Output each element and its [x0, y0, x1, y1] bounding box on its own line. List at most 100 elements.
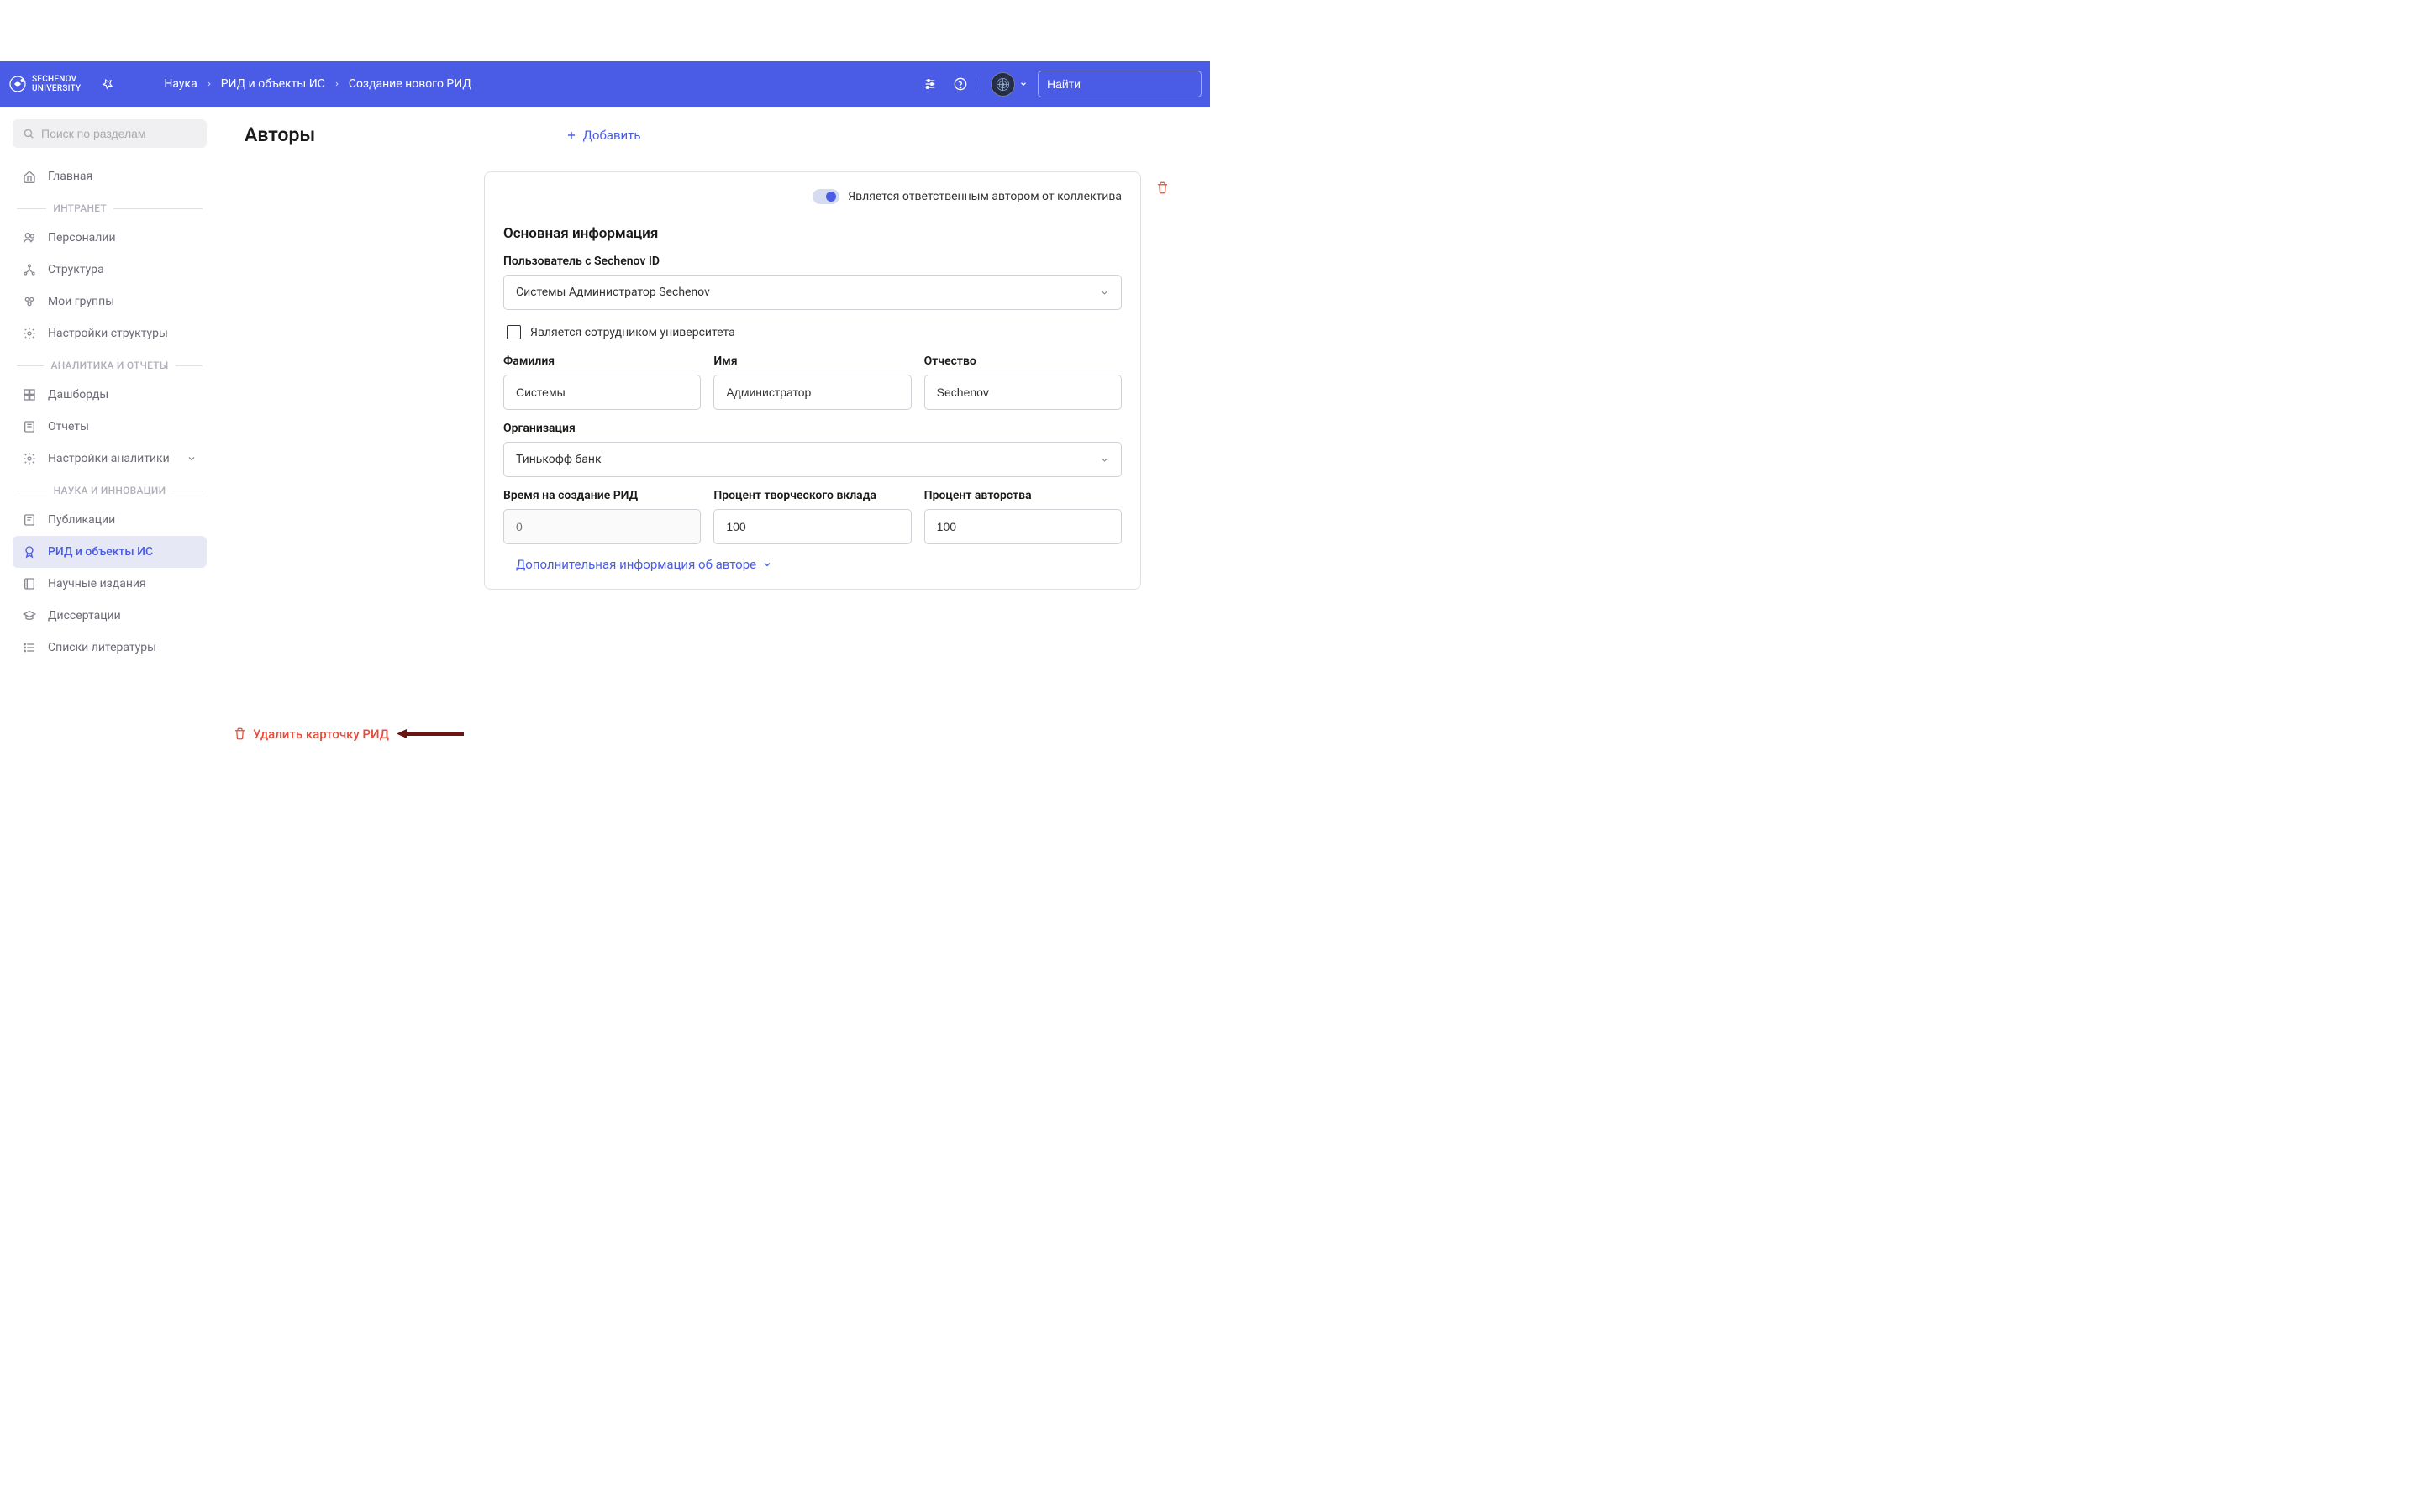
graduation-icon	[23, 609, 36, 622]
nav-label: Публикации	[48, 513, 115, 527]
journal-icon	[23, 577, 36, 591]
patronymic-input[interactable]	[924, 375, 1122, 410]
trash-icon	[234, 727, 246, 740]
time-input[interactable]	[503, 509, 701, 544]
nav-home[interactable]: Главная	[13, 160, 207, 192]
contrib-label: Процент творческого вклада	[713, 489, 911, 502]
header-search[interactable]	[1038, 71, 1202, 97]
chevron-down-icon	[1100, 288, 1109, 297]
nav-label: Главная	[48, 170, 92, 183]
plus-icon	[566, 129, 577, 141]
nav-label: Дашборды	[48, 388, 108, 402]
nav-label: РИД и объекты ИС	[48, 545, 153, 559]
logo-text: SECHENOV UNIVERSITY	[32, 75, 81, 93]
search-icon	[23, 128, 34, 139]
nav-label: Научные издания	[48, 577, 146, 591]
breadcrumb-item-2[interactable]: Создание нового РИД	[349, 77, 471, 91]
trash-icon	[1156, 181, 1169, 194]
authorship-label: Процент авторства	[924, 489, 1122, 502]
is-employee-checkbox[interactable]	[507, 325, 521, 339]
responsible-author-toggle[interactable]	[813, 189, 839, 204]
gear-icon	[23, 452, 36, 465]
avatar	[991, 72, 1015, 97]
header: SECHENOV UNIVERSITY Наука РИД и объекты …	[0, 61, 1210, 107]
nav-section-analitika: АНАЛИТИКА И ОТЧЕТЫ	[13, 349, 207, 379]
nav-struktura[interactable]: Структура	[13, 254, 207, 286]
header-search-input[interactable]	[1047, 77, 1199, 91]
breadcrumb-item-1[interactable]: РИД и объекты ИС	[221, 77, 325, 91]
breadcrumb-item-0[interactable]: Наука	[164, 77, 197, 91]
award-icon	[23, 545, 36, 559]
nav-section-nauka: НАУКА И ИННОВАЦИИ	[13, 475, 207, 504]
sidebar-search-input[interactable]	[41, 127, 197, 140]
checkbox-label: Является сотрудником университета	[530, 326, 735, 339]
nav-publikatsii[interactable]: Публикации	[13, 504, 207, 536]
nav-section-intranet: ИНТРАНЕТ	[13, 192, 207, 222]
chevron-down-icon	[1019, 80, 1028, 88]
nav-rid[interactable]: РИД и объекты ИС	[13, 536, 207, 568]
reports-icon	[23, 420, 36, 433]
dashboard-icon	[23, 388, 36, 402]
delete-card-button[interactable]: Удалить карточку РИД	[234, 727, 389, 742]
gear-icon	[23, 327, 36, 340]
user-select[interactable]: Системы Администратор Sechenov	[503, 275, 1122, 310]
nav-label: Отчеты	[48, 420, 89, 433]
org-label: Организация	[503, 422, 1122, 435]
home-icon	[23, 170, 36, 183]
sidebar: Главная ИНТРАНЕТ Персоналии Структура Мо…	[0, 107, 219, 676]
contrib-input[interactable]	[713, 509, 911, 544]
publications-icon	[23, 513, 36, 527]
nav-label: Структура	[48, 263, 104, 276]
nav-moi-gruppy[interactable]: Мои группы	[13, 286, 207, 318]
settings-icon[interactable]	[920, 74, 940, 94]
authorship-input[interactable]	[924, 509, 1122, 544]
main-content: Авторы Добавить Является ответственным а…	[219, 107, 1200, 606]
logo-icon	[8, 75, 27, 93]
annotation-arrow	[397, 727, 464, 740]
sidebar-search[interactable]	[13, 119, 207, 148]
org-select[interactable]: Тинькофф банк	[503, 442, 1122, 477]
nav-nastroiki-analitiki[interactable]: Настройки аналитики	[13, 443, 207, 475]
user-label: Пользователь с Sechenov ID	[503, 255, 1122, 268]
help-icon[interactable]	[950, 74, 971, 94]
nav-spiski-literatury[interactable]: Списки литературы	[13, 632, 207, 664]
chevron-down-icon	[187, 454, 197, 464]
nav-label: Списки литературы	[48, 641, 156, 654]
patronymic-label: Отчество	[924, 354, 1122, 368]
chevron-down-icon	[762, 559, 772, 570]
chevron-right-icon	[334, 81, 340, 87]
nav-dashbordy[interactable]: Дашборды	[13, 379, 207, 411]
add-button[interactable]: Добавить	[566, 128, 641, 143]
nav-nastroiki-struktury[interactable]: Настройки структуры	[13, 318, 207, 349]
chevron-down-icon	[1100, 455, 1109, 465]
nav-personalii[interactable]: Персоналии	[13, 222, 207, 254]
breadcrumb: Наука РИД и объекты ИС Создание нового Р…	[164, 77, 471, 91]
lastname-input[interactable]	[503, 375, 701, 410]
nav-otchety[interactable]: Отчеты	[13, 411, 207, 443]
nav-label: Мои группы	[48, 295, 114, 308]
section-title: Основная информация	[503, 225, 1122, 242]
avatar-dropdown[interactable]	[991, 72, 1028, 97]
nav-label: Персоналии	[48, 231, 116, 244]
pin-button[interactable]	[102, 78, 113, 90]
author-card: Является ответственным автором от коллек…	[484, 171, 1141, 590]
nav-dissertatsii[interactable]: Диссертации	[13, 600, 207, 632]
lastname-label: Фамилия	[503, 354, 701, 368]
list-icon	[23, 641, 36, 654]
groups-icon	[23, 295, 36, 308]
structure-icon	[23, 263, 36, 276]
nav-label: Настройки аналитики	[48, 452, 170, 465]
logo[interactable]: SECHENOV UNIVERSITY	[8, 75, 81, 93]
page-title: Авторы	[245, 123, 315, 146]
nav-label: Диссертации	[48, 609, 121, 622]
time-label: Время на создание РИД	[503, 489, 701, 502]
people-icon	[23, 231, 36, 244]
firstname-label: Имя	[713, 354, 911, 368]
firstname-input[interactable]	[713, 375, 911, 410]
delete-author-button[interactable]	[1156, 181, 1169, 194]
toggle-label: Является ответственным автором от коллек…	[848, 190, 1122, 203]
nav-nauchnye-izdaniya[interactable]: Научные издания	[13, 568, 207, 600]
nav-label: Настройки структуры	[48, 327, 168, 340]
chevron-right-icon	[206, 81, 213, 87]
expand-info-button[interactable]: Дополнительная информация об авторе	[516, 557, 1122, 572]
